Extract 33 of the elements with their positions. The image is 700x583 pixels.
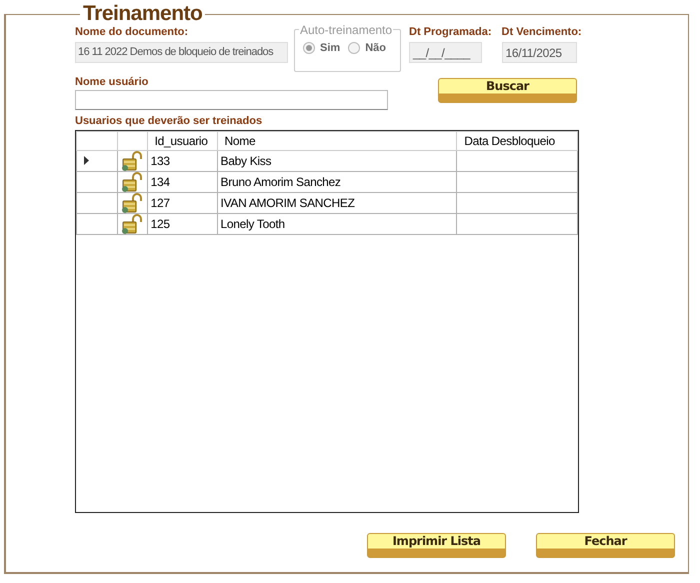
row-header[interactable] [76,150,118,172]
search-button[interactable]: Buscar [438,78,577,103]
field-label: Dt Vencimento: [502,26,582,38]
table-cell: IVAN AMORIM SANCHEZ [217,192,457,214]
table-label: Usuarios que deverão ser treinados [75,115,264,127]
date-field[interactable]: 16/11/2025 [502,42,577,63]
table-cell: Lonely Tooth [217,214,457,234]
table-cell: Bruno Amorim Sanchez [217,172,457,192]
current-row-icon [84,156,89,165]
field-label: Nome usuário [75,76,150,88]
input-field[interactable]: 16 11 2022 Demos de bloqueio de treinados [75,42,288,63]
action-button[interactable]: Fechar [536,533,675,558]
field-label: Dt Programada: [409,26,492,38]
padlock-icon [120,193,142,213]
padlock-icon [120,172,142,192]
date-field[interactable]: __/__/____ [409,42,482,63]
table-cell: 133 [147,150,218,172]
form-title: Treinamento [82,4,204,24]
table-cell: 134 [147,172,218,192]
column-header[interactable]: Nome [217,132,457,150]
column-header[interactable]: Id_usuario [147,132,218,150]
radio-label: Não [365,42,386,54]
table-cell: Baby Kiss [217,150,457,172]
field-label: Nome do documento: [75,26,190,38]
action-button[interactable]: Imprimir Lista [367,533,506,558]
group-label: Auto-treinamento [299,23,394,37]
radio-label: Sim [320,42,340,54]
padlock-icon [120,214,142,234]
column-header[interactable]: Data Desbloqueio [456,132,578,150]
input-field[interactable] [75,90,388,110]
padlock-icon [120,151,142,171]
table-cell: 125 [147,214,218,234]
table-cell: 127 [147,192,218,214]
